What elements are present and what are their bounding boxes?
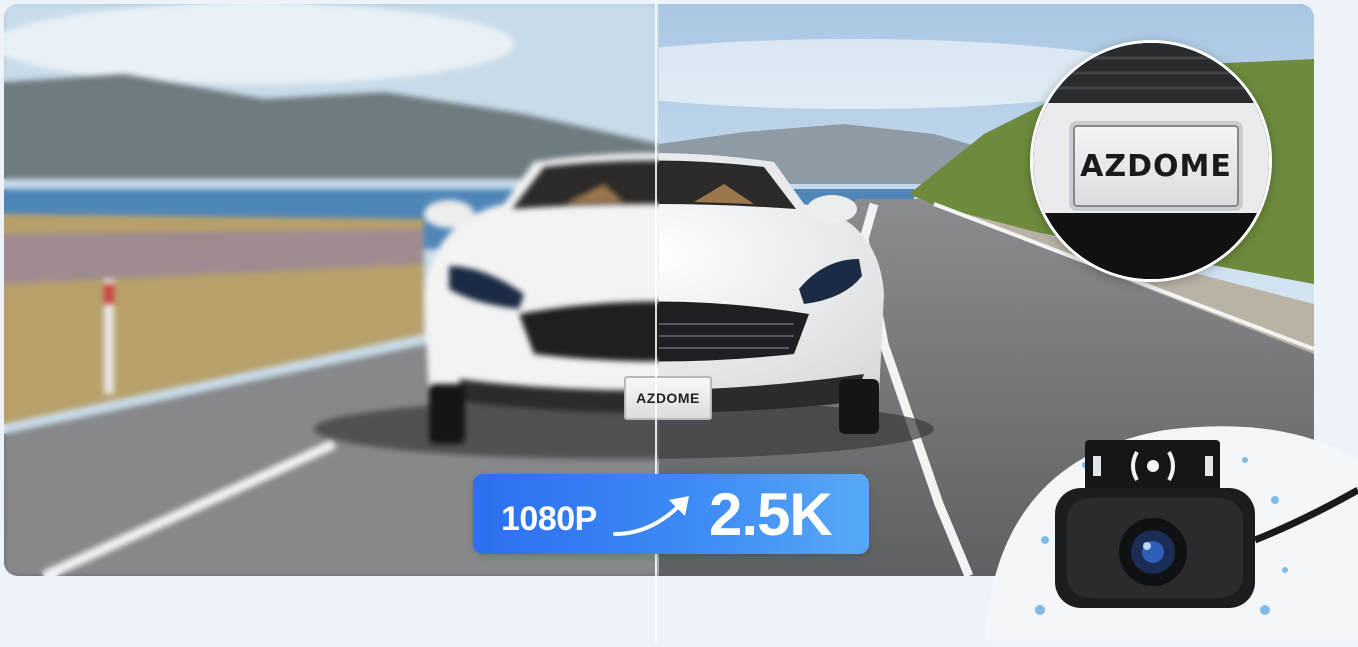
resolution-from: 1080P [501, 500, 597, 538]
rear-camera-product [985, 420, 1358, 642]
resolution-upgrade-badge: 1080P 2.5K [473, 474, 869, 554]
plate-text: AZDOME [1080, 148, 1232, 184]
resolution-to: 2.5K [709, 481, 833, 548]
car-plate-text: AZDOME [636, 390, 700, 406]
zoomed-license-plate: AZDOME [1069, 121, 1243, 211]
rear-camera-icon [985, 426, 1358, 642]
upgrade-arrow-icon [613, 496, 689, 536]
car-license-plate: AZDOME [624, 376, 712, 420]
plate-zoom-circle: AZDOME [1030, 40, 1272, 282]
